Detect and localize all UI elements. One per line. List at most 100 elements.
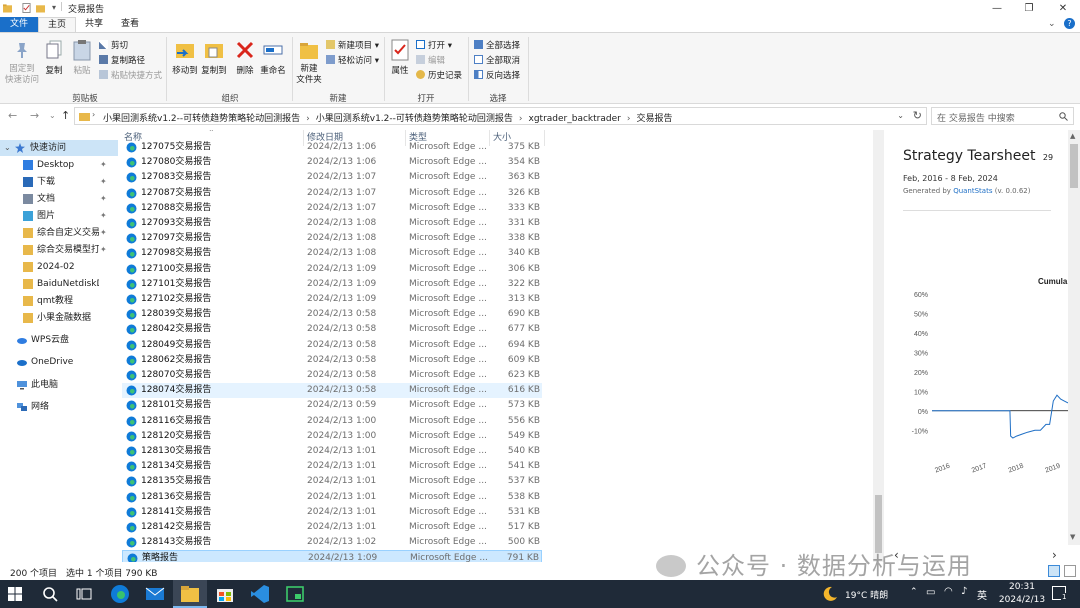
refresh-icon[interactable]: ↻: [913, 109, 922, 122]
close-button[interactable]: ✕: [1046, 0, 1080, 17]
file-row[interactable]: 127097交易报告 2024/2/13 1:08 Microsoft Edge .…: [122, 231, 542, 246]
file-row[interactable]: 127075交易报告 2024/2/13 1:06 Microsoft Edge .…: [122, 140, 542, 155]
scroll-up-icon[interactable]: ▲: [1070, 132, 1075, 140]
nav-quick-access[interactable]: ⌄ 快速访问: [0, 140, 118, 156]
taskbar-file-explorer-button[interactable]: [173, 580, 207, 608]
file-row[interactable]: 128062交易报告 2024/2/13 0:58 Microsoft Edge .…: [122, 353, 542, 368]
clock-time[interactable]: 20:31: [1005, 582, 1039, 592]
nav-wps-cloud[interactable]: WPS云盘: [0, 332, 118, 348]
rename-button[interactable]: 重命名: [258, 64, 288, 76]
new-item-button[interactable]: 新建项目 ▾: [326, 39, 379, 51]
task-view-icon[interactable]: [76, 587, 92, 601]
ribbon-collapse-icon[interactable]: ⌄: [1048, 19, 1056, 29]
file-row[interactable]: 127087交易报告 2024/2/13 1:07 Microsoft Edge .…: [122, 186, 542, 201]
windows-start-icon[interactable]: [8, 587, 22, 601]
copy-to-button[interactable]: 复制到: [199, 64, 229, 76]
file-row[interactable]: 策略报告 2024/2/13 1:09 Microsoft Edge ... 791 …: [122, 550, 542, 562]
file-row[interactable]: 127093交易报告 2024/2/13 1:08 Microsoft Edge .…: [122, 216, 542, 231]
breadcrumb-item[interactable]: 小果回测系统v1.2--可转债趋势策略轮动回测报告: [103, 114, 300, 124]
nav-quick-access-item[interactable]: 文档 ✦: [0, 191, 118, 207]
file-row[interactable]: 128074交易报告 2024/2/13 0:58 Microsoft Edge .…: [122, 383, 542, 399]
file-row[interactable]: 128039交易报告 2024/2/13 0:58 Microsoft Edge .…: [122, 307, 542, 322]
weather-text[interactable]: 19°C 晴朗: [845, 588, 888, 601]
breadcrumb-item[interactable]: 交易报告: [636, 114, 672, 124]
file-row[interactable]: 128070交易报告 2024/2/13 0:58 Microsoft Edge .…: [122, 368, 542, 383]
new-folder-button[interactable]: 新建 文件夹: [292, 64, 326, 86]
maximize-button[interactable]: ❐: [1012, 0, 1046, 17]
scroll-down-icon[interactable]: ▼: [1070, 533, 1075, 541]
store-icon[interactable]: [215, 584, 235, 604]
file-list-scrollbar[interactable]: [873, 130, 884, 562]
moon-weather-icon[interactable]: [822, 586, 838, 602]
edit-button[interactable]: 编辑: [416, 54, 445, 66]
invert-selection-button[interactable]: 反向选择: [474, 69, 520, 81]
nav-quick-access-item[interactable]: 2024-02: [0, 259, 118, 275]
column-divider[interactable]: [544, 130, 545, 146]
copy-path-button[interactable]: 复制路径: [99, 54, 145, 66]
file-row[interactable]: 127080交易报告 2024/2/13 1:06 Microsoft Edge .…: [122, 155, 542, 170]
file-row[interactable]: 127088交易报告 2024/2/13 1:07 Microsoft Edge .…: [122, 201, 542, 216]
battery-icon[interactable]: ▭: [926, 587, 935, 598]
scrollbar-thumb[interactable]: [875, 495, 882, 553]
file-row[interactable]: 128042交易报告 2024/2/13 0:58 Microsoft Edge .…: [122, 322, 542, 337]
nav-quick-access-item[interactable]: 下载 ✦: [0, 174, 118, 190]
scroll-right-icon[interactable]: ›: [1052, 548, 1057, 562]
mail-icon[interactable]: [145, 584, 165, 604]
expand-chevron-icon[interactable]: ⌄: [4, 140, 11, 156]
tab-share[interactable]: 共享: [76, 17, 112, 32]
file-row[interactable]: 128141交易报告 2024/2/13 1:01 Microsoft Edge .…: [122, 505, 542, 520]
open-button[interactable]: 打开 ▾: [416, 39, 452, 51]
file-row[interactable]: 127098交易报告 2024/2/13 1:08 Microsoft Edge .…: [122, 246, 542, 261]
paste-button[interactable]: 粘贴: [68, 64, 96, 76]
cut-button[interactable]: 剪切: [99, 39, 128, 51]
file-row[interactable]: 127101交易报告 2024/2/13 1:09 Microsoft Edge .…: [122, 277, 542, 292]
file-row[interactable]: 128134交易报告 2024/2/13 1:01 Microsoft Edge .…: [122, 459, 542, 474]
file-row[interactable]: 128142交易报告 2024/2/13 1:01 Microsoft Edge .…: [122, 520, 542, 535]
edge-browser-icon[interactable]: [110, 584, 130, 604]
nav-quick-access-item[interactable]: qmt教程: [0, 293, 118, 309]
vscode-icon[interactable]: [250, 584, 270, 604]
file-row[interactable]: 128135交易报告 2024/2/13 1:01 Microsoft Edge .…: [122, 474, 542, 489]
help-icon[interactable]: ?: [1064, 18, 1075, 29]
scrollbar-thumb[interactable]: [1070, 144, 1078, 188]
minimize-button[interactable]: —: [980, 0, 1014, 17]
nav-onedrive[interactable]: OneDrive: [0, 354, 118, 370]
nav-quick-access-item[interactable]: BaiduNetdiskDow: [0, 276, 118, 292]
file-row[interactable]: 128101交易报告 2024/2/13 0:59 Microsoft Edge .…: [122, 398, 542, 413]
nav-quick-access-item[interactable]: Desktop ✦: [0, 157, 118, 173]
file-row[interactable]: 127083交易报告 2024/2/13 1:07 Microsoft Edge .…: [122, 170, 542, 185]
file-row[interactable]: 128049交易报告 2024/2/13 0:58 Microsoft Edge .…: [122, 338, 542, 353]
file-row[interactable]: 128116交易报告 2024/2/13 1:00 Microsoft Edge .…: [122, 414, 542, 429]
forward-arrow-icon[interactable]: →: [30, 109, 39, 122]
tab-view[interactable]: 查看: [112, 17, 148, 32]
properties-qa-icon[interactable]: [22, 3, 31, 13]
file-row[interactable]: 128143交易报告 2024/2/13 1:02 Microsoft Edge .…: [122, 535, 542, 550]
search-icon[interactable]: [42, 586, 58, 602]
clock-date[interactable]: 2024/2/13: [995, 595, 1049, 605]
file-row[interactable]: 128136交易报告 2024/2/13 1:01 Microsoft Edge .…: [122, 490, 542, 505]
volume-icon[interactable]: ♪: [961, 586, 967, 597]
file-row[interactable]: 128120交易报告 2024/2/13 1:00 Microsoft Edge .…: [122, 429, 542, 444]
new-folder-qa-icon[interactable]: [36, 3, 45, 13]
delete-button[interactable]: 删除: [231, 64, 259, 76]
breadcrumb-item[interactable]: xgtrader_backtrader: [529, 114, 621, 124]
file-row[interactable]: 127100交易报告 2024/2/13 1:09 Microsoft Edge .…: [122, 262, 542, 277]
qa-dropdown-icon[interactable]: ▾: [52, 3, 56, 12]
search-input[interactable]: 在 交易报告 中搜索: [931, 107, 1074, 125]
paste-shortcut-button[interactable]: 粘贴快捷方式: [99, 69, 162, 81]
select-none-button[interactable]: 全部取消: [474, 54, 520, 66]
nav-network[interactable]: 网络: [0, 399, 118, 415]
address-dropdown-icon[interactable]: ⌄: [897, 111, 904, 120]
file-row[interactable]: 128130交易报告 2024/2/13 1:01 Microsoft Edge .…: [122, 444, 542, 459]
history-button[interactable]: 历史记录: [416, 69, 462, 81]
notification-center-icon[interactable]: 1: [1052, 586, 1068, 601]
properties-button[interactable]: 属性: [386, 64, 414, 76]
up-arrow-icon[interactable]: ↑: [61, 109, 70, 122]
recent-dropdown-icon[interactable]: ⌄: [49, 111, 56, 120]
preview-scrollbar[interactable]: ▲ ▼: [1068, 130, 1080, 545]
nav-this-pc[interactable]: 此电脑: [0, 377, 118, 393]
nav-quick-access-item[interactable]: 综合交易模型打包✦: [0, 242, 118, 258]
select-all-button[interactable]: 全部选择: [474, 39, 520, 51]
tray-chevron-icon[interactable]: ⌃: [910, 587, 918, 597]
easy-access-button[interactable]: 轻松访问 ▾: [326, 54, 379, 66]
